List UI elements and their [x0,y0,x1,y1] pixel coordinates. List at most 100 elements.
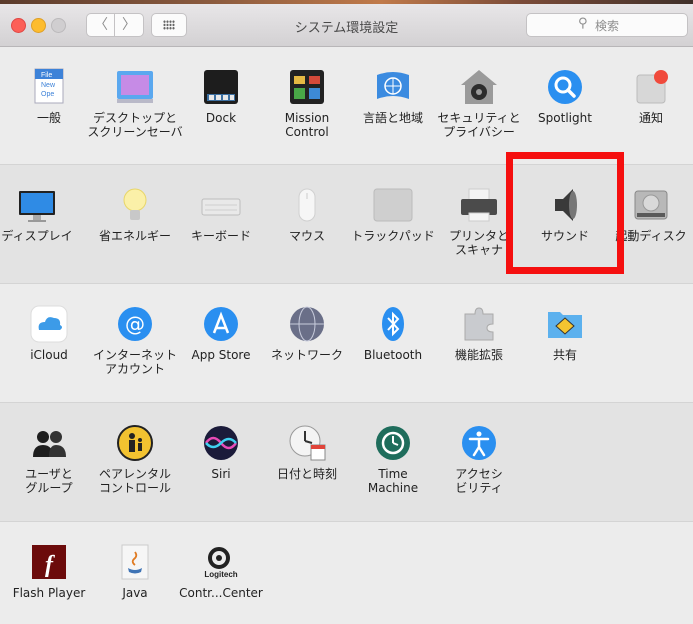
pane-label: キーボード [190,229,251,243]
section-personal: File New Ope 一般 デスクトップと スクリーンセーバ Dock Mi… [0,47,693,164]
pane-label: トラックパッド [351,229,435,243]
section-internet-wireless: iCloud @ インターネット アカウント App Store ネットワーク [0,283,693,402]
notification-icon [636,70,668,104]
pane-label: iCloud [30,348,68,362]
magnifier-icon [548,70,582,104]
pane-siri[interactable]: Siri [178,403,264,503]
pane-label: Java [122,586,148,600]
svg-text:File: File [41,72,52,79]
pane-desktop-screensaver[interactable]: デスクトップと スクリーンセーバ [87,47,183,147]
pane-label: ネットワーク [270,348,343,362]
pane-label: Contr...Center [179,586,263,600]
search-icon: ⚲ [578,16,588,31]
flash-icon: f [32,545,66,579]
pane-accessibility[interactable]: アクセシ ビリティ [436,403,522,503]
pane-keyboard[interactable]: キーボード [178,165,264,265]
pane-users-groups[interactable]: ユーザと グループ [6,403,92,503]
pane-label: インターネット アカウント [92,348,177,376]
pane-trackpad[interactable]: トラックパッド [350,165,436,265]
pane-icloud[interactable]: iCloud [6,284,92,384]
pane-time-machine[interactable]: Time Machine [350,403,436,503]
mouse-icon [298,188,316,222]
pane-label: Dock [205,111,237,125]
puzzle-icon [464,307,494,341]
pane-notifications[interactable]: 通知 [608,47,693,147]
trackpad-icon [373,188,413,222]
pane-app-store[interactable]: App Store [178,284,264,384]
app-store-icon [204,307,238,341]
pane-label: Bluetooth [363,348,423,362]
desktop-icon [117,71,153,103]
pane-label: App Store [191,348,251,362]
pane-label: ペアレンタル コントロール [98,467,171,495]
java-icon [121,544,149,580]
house-lock-icon [461,70,497,104]
siri-icon [204,426,238,460]
pane-label: Flash Player [12,586,86,600]
dock-icon [204,70,238,104]
pane-logitech-control-center[interactable]: Logitech Contr...Center [178,522,264,622]
pane-energy-saver[interactable]: 省エネルギー [92,165,178,265]
pane-label: Siri [211,467,231,481]
svg-text:@: @ [125,312,145,336]
system-preferences-window: 〈 〉 システム環境設定 ⚲ 検索 File New Ope 一般 デスクトップ… [0,4,693,624]
pane-label: ユーザと グループ [25,467,73,495]
pane-security-privacy[interactable]: セキュリティと プライバシー [436,47,522,147]
parental-icon [117,425,153,461]
lightbulb-icon [123,188,147,220]
sharing-folder-icon [548,312,582,338]
pane-label: 日付と時刻 [276,467,337,481]
pane-general[interactable]: File New Ope 一般 [6,47,92,147]
bluetooth-icon [382,307,404,341]
pane-label: アクセシ ビリティ [455,467,503,495]
section-other: f Flash Player Java Logitech Contr...Cen… [0,521,693,624]
pane-bluetooth[interactable]: Bluetooth [350,284,436,384]
users-icon [33,431,66,457]
search-placeholder: 検索 [595,19,620,33]
section-system: ユーザと グループ ペアレンタル コントロール Siri 日付と時刻 Time … [0,402,693,521]
pane-internet-accounts[interactable]: @ インターネット アカウント [92,284,178,384]
network-globe-icon [290,306,324,342]
pane-mission-control[interactable]: Mission Control [264,47,350,147]
pane-label: 機能拡張 [454,348,503,362]
pane-network[interactable]: ネットワーク [264,284,350,384]
pane-extensions[interactable]: 機能拡張 [436,284,522,384]
pane-label: Spotlight [538,111,592,125]
svg-text:Logitech: Logitech [204,570,237,579]
mission-control-icon [290,70,324,104]
pane-displays[interactable]: ディスプレイ [0,165,80,265]
pane-label: 通知 [638,111,663,125]
pane-mouse[interactable]: マウス [264,165,350,265]
pane-sharing[interactable]: 共有 [522,284,608,384]
time-machine-icon [376,426,410,460]
accessibility-icon [462,426,496,460]
title-bar: 〈 〉 システム環境設定 ⚲ 検索 [0,4,693,47]
pane-flash-player[interactable]: f Flash Player [6,522,92,622]
pane-language-region[interactable]: 言語と地域 [350,47,436,147]
printer-icon [461,188,497,222]
pane-label: ディスプレイ [1,229,73,243]
pane-label: Time Machine [367,467,419,495]
pane-label: マウス [288,229,325,243]
pane-label: 共有 [552,348,577,362]
logitech-icon: Logitech [204,547,238,579]
pane-label: セキュリティと プライバシー [437,111,521,139]
cloud-icon [30,305,68,343]
pane-label: デスクトップと スクリーンセーバ [87,111,183,139]
pane-date-time[interactable]: 日付と時刻 [264,403,350,503]
monitor-icon [19,191,55,222]
globe-flag-icon [377,72,409,99]
pane-parental-controls[interactable]: ペアレンタル コントロール [92,403,178,503]
svg-text:Ope: Ope [41,91,54,98]
pane-java[interactable]: Java [92,522,178,622]
at-sign-icon: @ [118,307,152,341]
pane-label: 省エネルギー [98,229,171,243]
pane-dock[interactable]: Dock [178,47,264,147]
pane-label: 言語と地域 [362,111,423,125]
keyboard-icon [201,198,241,216]
hard-disk-icon [634,190,668,220]
svg-text:New: New [41,82,56,89]
search-field[interactable]: ⚲ 検索 [526,13,688,37]
pane-label: 一般 [36,111,61,125]
pane-spotlight[interactable]: Spotlight [522,47,608,147]
